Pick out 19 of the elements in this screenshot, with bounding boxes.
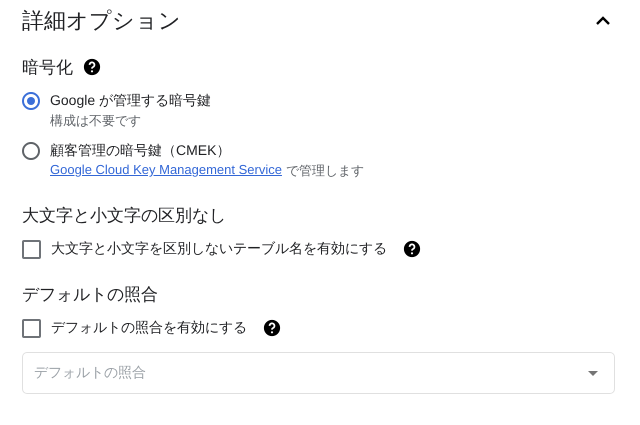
dropdown-arrow-icon [588, 370, 598, 376]
radio-button[interactable] [22, 142, 40, 160]
help-icon[interactable] [403, 240, 421, 258]
help-icon[interactable] [263, 319, 281, 337]
group-title: デフォルトの照合 [22, 284, 158, 306]
section-title: 詳細オプション [22, 7, 181, 35]
option-label: Google が管理する暗号鍵 [50, 92, 212, 110]
radio-button[interactable] [22, 92, 40, 110]
group-title: 暗号化 [22, 56, 73, 78]
option-label: 顧客管理の暗号鍵（CMEK） [50, 142, 230, 160]
option-label: デフォルトの照合を有効にする [51, 319, 247, 337]
group-title: 大文字と小文字の区別なし [22, 204, 226, 226]
checkbox[interactable] [22, 319, 41, 338]
help-icon[interactable] [83, 58, 101, 76]
option-description: 構成は不要です [50, 112, 141, 130]
link[interactable]: Google Cloud Key Management Service [50, 162, 282, 180]
option-label: 大文字と小文字を区別しないテーブル名を有効にする [51, 240, 387, 258]
option-description: で管理します [286, 162, 364, 180]
checkbox[interactable] [22, 240, 41, 259]
